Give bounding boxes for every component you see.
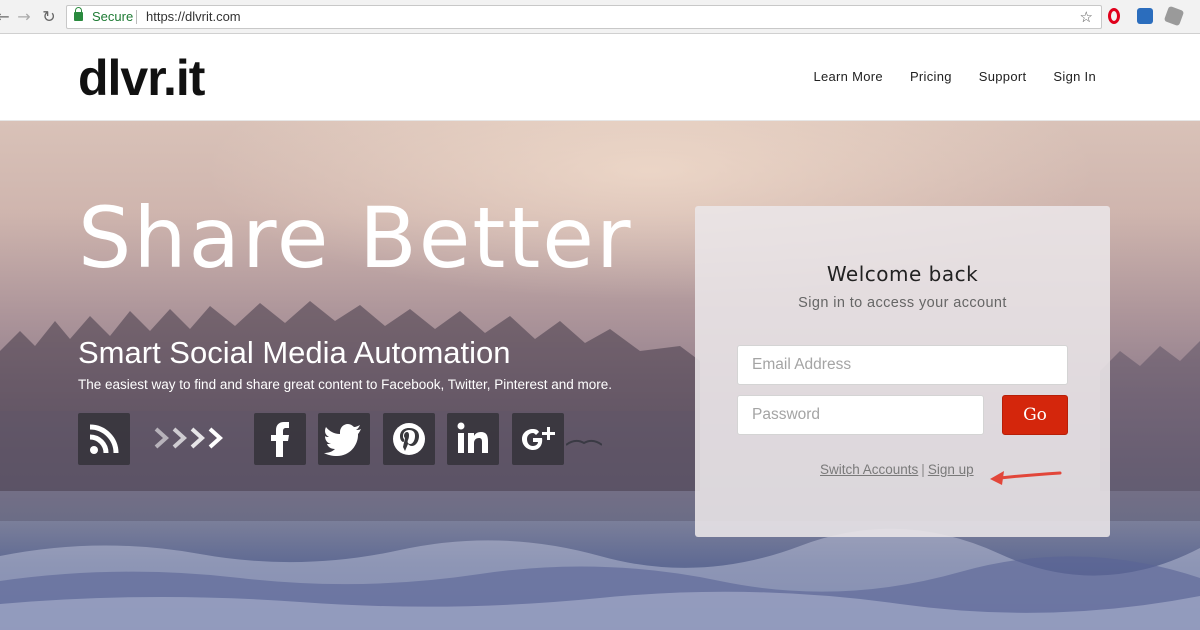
- address-separator: [136, 10, 137, 24]
- extension-icon[interactable]: [1137, 8, 1153, 24]
- nav-learn-more[interactable]: Learn More: [813, 69, 882, 84]
- browser-toolbar: ← → ↻ Secure https://dlvrit.com ☆: [0, 0, 1200, 34]
- go-button[interactable]: Go: [1002, 395, 1068, 435]
- annotation-arrow-icon: [990, 471, 1062, 485]
- hero-headline: Share Better: [78, 189, 633, 287]
- sign-up-link[interactable]: Sign up: [928, 462, 974, 477]
- nav-sign-in[interactable]: Sign In: [1053, 69, 1096, 84]
- nav-pricing[interactable]: Pricing: [910, 69, 952, 84]
- secure-label: Secure: [92, 9, 134, 24]
- google-plus-icon: [512, 413, 564, 465]
- password-field[interactable]: [737, 395, 984, 435]
- rss-icon: [78, 413, 130, 465]
- extension-icon[interactable]: [1163, 5, 1185, 27]
- waves: [0, 528, 1200, 630]
- hero-tagline: The easiest way to find and share great …: [78, 377, 613, 392]
- address-bar[interactable]: Secure https://dlvrit.com ☆: [66, 5, 1102, 29]
- reload-icon[interactable]: ↻: [38, 6, 60, 28]
- pinterest-icon: [383, 413, 435, 465]
- signin-title: Welcome back: [826, 262, 979, 286]
- lock-icon: [74, 7, 83, 21]
- url-text[interactable]: https://dlvrit.com: [146, 6, 241, 28]
- main-nav: Learn More Pricing Support Sign In: [813, 69, 1096, 84]
- chevrons-icon: [154, 427, 223, 449]
- signin-subtitle: Sign in to access your account: [798, 295, 1007, 311]
- email-field[interactable]: [737, 345, 1068, 385]
- star-icon[interactable]: ☆: [1080, 6, 1093, 28]
- twitter-icon: [318, 413, 370, 465]
- hero-section: Share Better Smart Social Media Automati…: [0, 121, 1200, 630]
- logo[interactable]: dlvr.it: [78, 49, 205, 107]
- forward-arrow-icon[interactable]: →: [13, 6, 35, 28]
- bird-icon: [566, 439, 602, 446]
- nav-support[interactable]: Support: [979, 69, 1027, 84]
- site-header: dlvr.it Learn More Pricing Support Sign …: [0, 35, 1200, 121]
- switch-accounts-link[interactable]: Switch Accounts: [820, 462, 918, 477]
- link-separator: |: [921, 462, 925, 477]
- hero-subheadline: Smart Social Media Automation: [78, 335, 511, 370]
- back-arrow-icon[interactable]: ←: [0, 6, 14, 28]
- social-icons-row: [78, 413, 598, 465]
- facebook-icon: [254, 413, 306, 465]
- account-links: Switch Accounts | Sign up: [820, 462, 974, 477]
- opera-icon[interactable]: [1108, 8, 1120, 24]
- linkedin-icon: [447, 413, 499, 465]
